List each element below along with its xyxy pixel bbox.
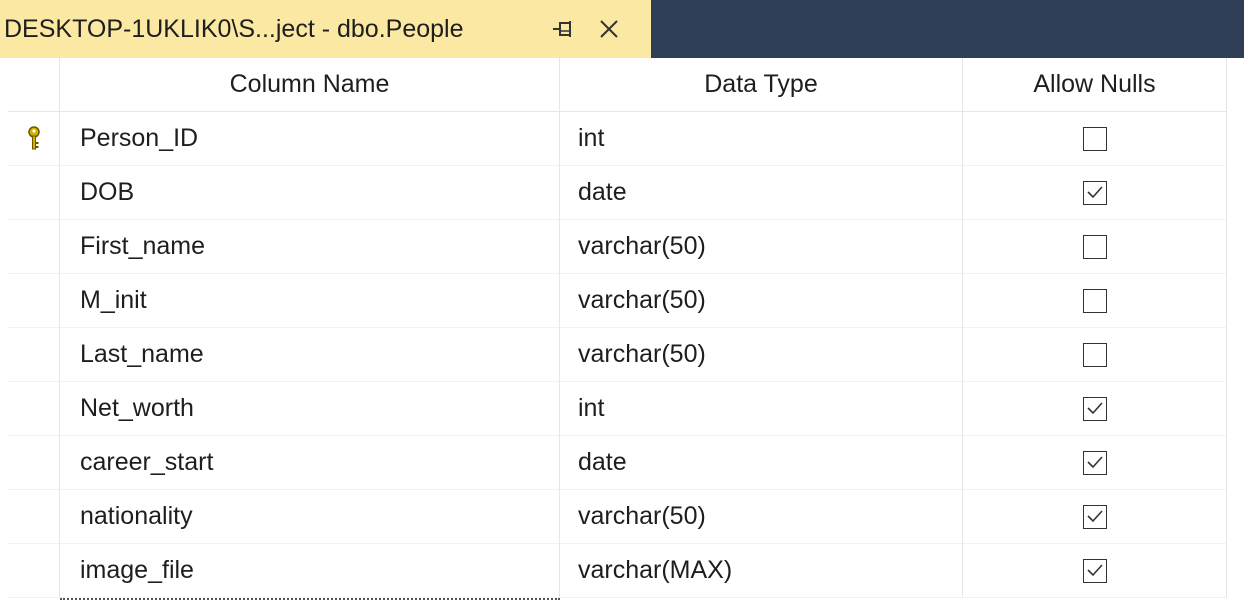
cell-allow-nulls xyxy=(963,220,1227,274)
cell-allow-nulls xyxy=(963,328,1227,382)
cell-column-name[interactable]: image_file xyxy=(60,544,560,598)
row-selector[interactable] xyxy=(8,382,60,436)
allow-nulls-checkbox[interactable] xyxy=(1082,288,1107,313)
checkmark-icon xyxy=(1086,394,1104,423)
cell-column-name[interactable]: M_init xyxy=(60,274,560,328)
table-row[interactable]: Net_worth int xyxy=(0,382,1244,436)
table-row[interactable]: M_init varchar(50) xyxy=(0,274,1244,328)
table-row[interactable]: First_name varchar(50) xyxy=(0,220,1244,274)
cell-column-name[interactable]: Person_ID xyxy=(60,112,560,166)
allow-nulls-checkbox[interactable] xyxy=(1082,556,1107,585)
row-selector[interactable] xyxy=(8,220,60,274)
cell-data-type[interactable]: varchar(50) xyxy=(560,220,963,274)
allow-nulls-checkbox[interactable] xyxy=(1082,234,1107,259)
cell-data-type[interactable]: date xyxy=(560,436,963,490)
key-icon xyxy=(26,126,42,152)
cell-allow-nulls xyxy=(963,382,1227,436)
table-row[interactable]: image_file varchar(MAX) xyxy=(0,544,1244,598)
checkmark-icon xyxy=(1086,448,1104,477)
table-row[interactable]: DOB date xyxy=(0,166,1244,220)
cell-column-name[interactable]: DOB xyxy=(60,166,560,220)
table-row[interactable]: Person_ID int xyxy=(0,112,1244,166)
row-selector[interactable] xyxy=(8,112,60,166)
cell-column-name[interactable]: Net_worth xyxy=(60,382,560,436)
table-row[interactable]: nationality varchar(50) xyxy=(0,490,1244,544)
cell-data-type[interactable]: varchar(MAX) xyxy=(560,544,963,598)
cell-allow-nulls xyxy=(963,112,1227,166)
allow-nulls-checkbox[interactable] xyxy=(1082,448,1107,477)
cell-data-type[interactable]: varchar(50) xyxy=(560,274,963,328)
row-selector-header[interactable] xyxy=(8,58,60,112)
allow-nulls-checkbox[interactable] xyxy=(1082,178,1107,207)
cell-data-type[interactable]: varchar(50) xyxy=(560,328,963,382)
cell-column-name[interactable]: Last_name xyxy=(60,328,560,382)
cell-data-type[interactable]: int xyxy=(560,112,963,166)
checkmark-icon xyxy=(1086,178,1104,207)
cell-column-name[interactable]: First_name xyxy=(60,220,560,274)
table-row[interactable]: Last_name varchar(50) xyxy=(0,328,1244,382)
cell-allow-nulls xyxy=(963,490,1227,544)
header-allow-nulls[interactable]: Allow Nulls xyxy=(963,58,1227,112)
cell-allow-nulls xyxy=(963,166,1227,220)
allow-nulls-checkbox[interactable] xyxy=(1082,394,1107,423)
focus-indicator xyxy=(60,598,560,600)
cell-data-type[interactable]: int xyxy=(560,382,963,436)
checkmark-icon xyxy=(1086,502,1104,531)
allow-nulls-checkbox[interactable] xyxy=(1082,502,1107,531)
cell-allow-nulls xyxy=(963,274,1227,328)
row-selector[interactable] xyxy=(8,490,60,544)
grid-header-row: Column Name Data Type Allow Nulls xyxy=(0,58,1244,112)
cell-column-name[interactable]: nationality xyxy=(60,490,560,544)
tab-title: DESKTOP-1UKLIK0\S...ject - dbo.People xyxy=(4,14,464,43)
pin-icon[interactable] xyxy=(551,17,577,41)
row-selector[interactable] xyxy=(8,328,60,382)
row-selector[interactable] xyxy=(8,166,60,220)
allow-nulls-checkbox[interactable] xyxy=(1082,126,1107,151)
checkmark-icon xyxy=(1086,556,1104,585)
row-selector[interactable] xyxy=(8,436,60,490)
cell-data-type[interactable]: varchar(50) xyxy=(560,490,963,544)
close-icon[interactable] xyxy=(596,16,622,42)
row-selector[interactable] xyxy=(8,544,60,598)
allow-nulls-checkbox[interactable] xyxy=(1082,342,1107,367)
cell-allow-nulls xyxy=(963,544,1227,598)
cell-column-name[interactable]: career_start xyxy=(60,436,560,490)
header-data-type[interactable]: Data Type xyxy=(560,58,963,112)
document-tab-strip: DESKTOP-1UKLIK0\S...ject - dbo.People xyxy=(0,0,1244,58)
table-row[interactable]: career_start date xyxy=(0,436,1244,490)
header-column-name[interactable]: Column Name xyxy=(60,58,560,112)
cell-data-type[interactable]: date xyxy=(560,166,963,220)
row-selector[interactable] xyxy=(8,274,60,328)
cell-allow-nulls xyxy=(963,436,1227,490)
tab-table-designer[interactable]: DESKTOP-1UKLIK0\S...ject - dbo.People xyxy=(0,0,651,58)
